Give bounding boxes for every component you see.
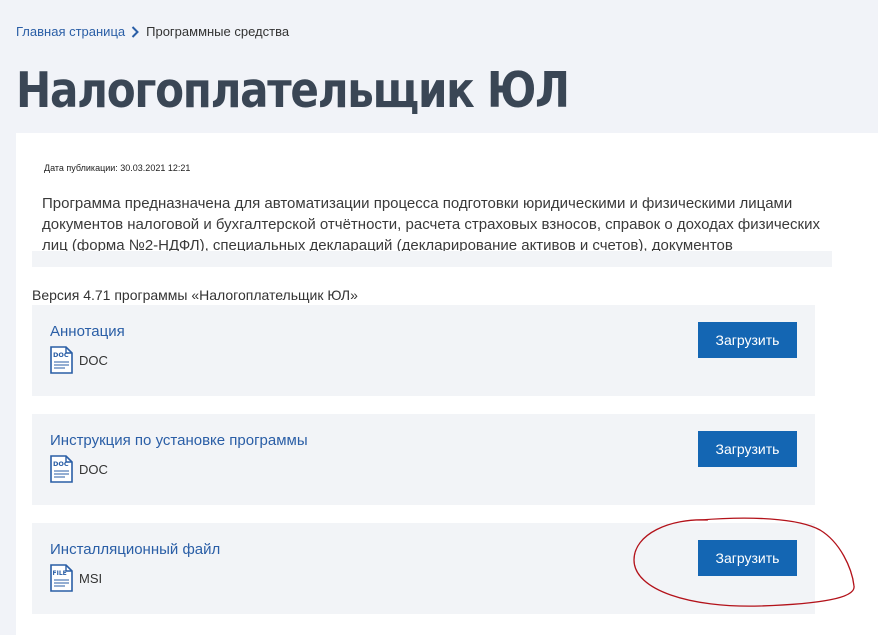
publication-date: Дата публикации: 30.03.2021 12:21 [44,163,191,173]
file-item-annotation: Аннотация DOC DOC Загрузить [32,305,815,396]
breadcrumb: Главная страница Программные средства [16,24,289,39]
program-description: Программа предназначена для автоматизаци… [42,195,820,254]
chevron-right-icon [131,25,140,38]
breadcrumb-home-link[interactable]: Главная страница [16,24,125,39]
file-icon-label: DOC [53,351,69,359]
file-meta: DOC DOC [50,455,108,483]
version-label: Версия 4.71 программы «Налогоплательщик … [32,287,358,303]
file-icon-label: DOC [53,460,69,468]
download-button[interactable]: Загрузить [698,431,797,467]
description-fade [32,251,832,267]
file-title-link[interactable]: Инструкция по установке программы [50,432,308,449]
document-icon: FILE [50,564,73,592]
file-type: MSI [79,570,103,586]
file-item-installer: Инсталляционный файл FILE MSI Загрузить [32,523,815,614]
file-icon-label: FILE [53,570,67,577]
document-icon: DOC [50,455,73,483]
file-title-link[interactable]: Инсталляционный файл [50,541,220,558]
document-icon: DOC [50,346,73,374]
file-type: DOC [79,352,108,368]
download-button[interactable]: Загрузить [698,322,797,358]
page-title: Налогоплательщик ЮЛ [16,62,570,119]
file-type: DOC [79,461,108,477]
file-meta: DOC DOC [50,346,108,374]
program-card: Дата публикации: 30.03.2021 12:21 Програ… [16,133,878,635]
file-item-installation-guide: Инструкция по установке программы DOC DO… [32,414,815,505]
file-title-link[interactable]: Аннотация [50,323,125,340]
download-button[interactable]: Загрузить [698,540,797,576]
file-meta: FILE MSI [50,564,102,592]
breadcrumb-current: Программные средства [146,24,290,39]
